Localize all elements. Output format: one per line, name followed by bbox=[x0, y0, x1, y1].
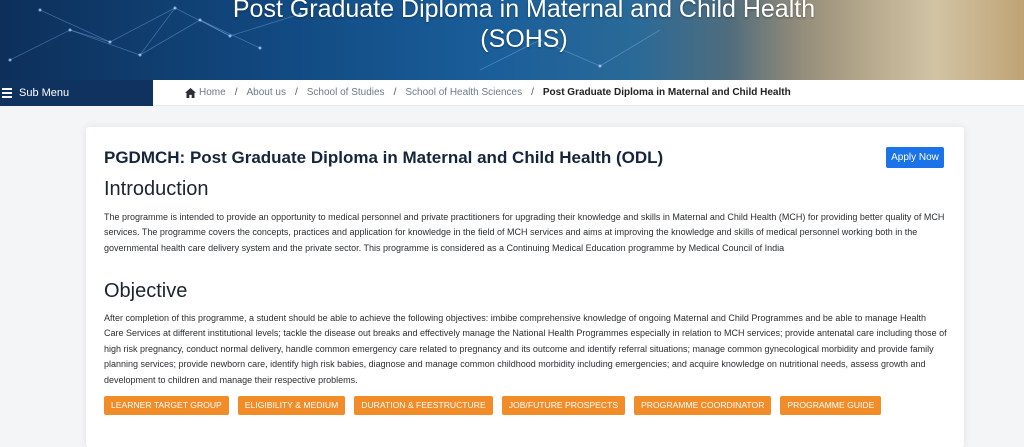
sub-menu-button[interactable]: Sub Menu bbox=[0, 80, 153, 106]
introduction-heading: Introduction bbox=[104, 178, 209, 200]
job-future-prospects-button[interactable]: JOB/FUTURE PROSPECTS bbox=[501, 396, 626, 415]
programme-coordinator-button[interactable]: PROGRAMME COORDINATOR bbox=[634, 396, 772, 415]
breadcrumb-separator: / bbox=[531, 86, 534, 98]
sub-menu-label: Sub Menu bbox=[19, 87, 70, 99]
breadcrumb: Home / About us / School of Studies / Sc… bbox=[153, 80, 1024, 106]
duration-feestructure-button[interactable]: DURATION & FEESTRUCTURE bbox=[354, 396, 493, 415]
eligibility-medium-button[interactable]: ELIGIBILITY & MEDIUM bbox=[237, 396, 346, 415]
apply-now-button[interactable]: Apply Now bbox=[886, 147, 944, 168]
banner-title-line2: (SOHS) bbox=[480, 25, 568, 53]
programme-card: PGDMCH: Post Graduate Diploma in Materna… bbox=[86, 127, 964, 447]
page-banner-title: Post Graduate Diploma in Maternal and Ch… bbox=[0, 0, 1024, 54]
programme-info-buttons: LEARNER TARGET GROUP ELIGIBILITY & MEDIU… bbox=[104, 396, 890, 415]
breadcrumb-current: Post Graduate Diploma in Maternal and Ch… bbox=[542, 86, 791, 98]
programme-guide-button[interactable]: PROGRAMME GUIDE bbox=[780, 396, 882, 415]
breadcrumb-about-us[interactable]: About us bbox=[246, 81, 285, 105]
breadcrumb-home[interactable]: Home bbox=[199, 81, 226, 105]
objective-heading: Objective bbox=[104, 280, 188, 302]
learner-target-group-button[interactable]: LEARNER TARGET GROUP bbox=[104, 396, 229, 415]
header-banner: Post Graduate Diploma in Maternal and Ch… bbox=[0, 0, 1024, 80]
objective-text: After completion of this programme, a st… bbox=[104, 313, 947, 385]
introduction-text: The programme is intended to provide an … bbox=[104, 212, 945, 253]
page-title: PGDMCH: Post Graduate Diploma in Materna… bbox=[104, 148, 664, 167]
breadcrumb-school-of-studies[interactable]: School of Studies bbox=[307, 81, 385, 105]
menu-icon bbox=[2, 86, 12, 100]
breadcrumb-separator: / bbox=[393, 86, 397, 98]
home-icon bbox=[185, 87, 196, 98]
breadcrumb-separator: / bbox=[294, 86, 298, 98]
breadcrumb-separator: / bbox=[234, 86, 238, 98]
banner-title-line1: Post Graduate Diploma in Maternal and Ch… bbox=[232, 0, 816, 23]
breadcrumb-school-of-health-sciences[interactable]: School of Health Sciences bbox=[405, 81, 522, 105]
